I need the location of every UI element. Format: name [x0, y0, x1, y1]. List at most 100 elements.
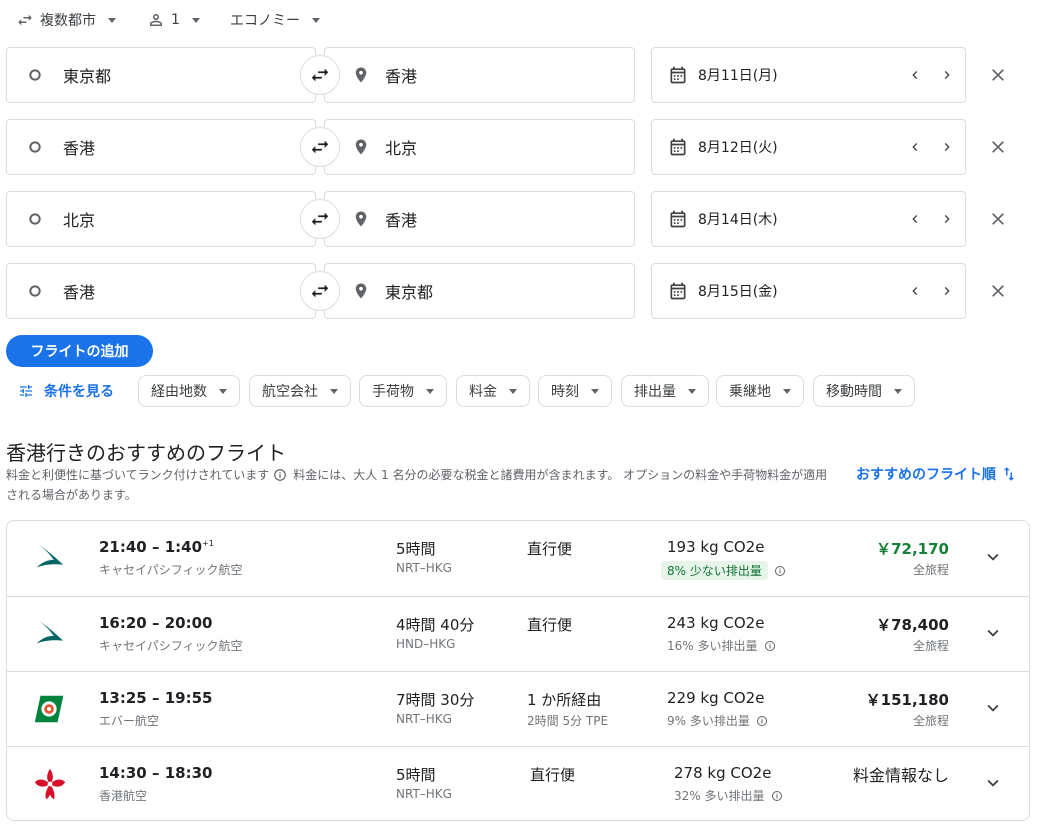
all-filters-label: 条件を見る [44, 384, 114, 400]
remove-flight-button[interactable] [986, 63, 1010, 87]
next-date-button[interactable] [937, 208, 957, 230]
swap-arrows-icon [309, 280, 331, 302]
destination-input[interactable]: 東京都 [324, 263, 635, 319]
calendar-icon [668, 65, 688, 85]
close-icon [988, 65, 1008, 85]
filter-chip-label: 時刻 [551, 384, 579, 400]
chevron-down-icon [982, 772, 1004, 794]
filter-chip[interactable]: 移動時間 [813, 375, 915, 407]
destination-value: 東京都 [385, 283, 434, 302]
filter-chip[interactable]: 航空会社 [249, 375, 351, 407]
flight-duration: 7時間 30分 [396, 691, 475, 709]
expand-button[interactable] [981, 771, 1005, 795]
flight-route: HND–HKG [396, 637, 456, 651]
filter-chip[interactable]: 排出量 [621, 375, 709, 407]
info-icon[interactable] [774, 565, 786, 577]
cabin-class-select[interactable]: エコノミー [230, 8, 320, 32]
passengers-count: 1 [171, 12, 180, 28]
previous-date-button[interactable] [905, 280, 925, 302]
expand-button[interactable] [981, 545, 1005, 569]
results-subtitle: 料金と利便性に基づいてランク付けされています 料金には、大人 1 名分の必要な税金… [6, 465, 836, 505]
departure-date-value: 8月15日(金) [698, 284, 778, 300]
swap-button[interactable] [300, 199, 340, 239]
flight-times: 13:25 – 19:55 [99, 689, 212, 707]
swap-button[interactable] [300, 271, 340, 311]
chevron-down-icon [191, 17, 200, 23]
origin-input[interactable]: 東京都 [6, 47, 316, 103]
location-pin-icon [351, 280, 371, 302]
calendar-icon [668, 137, 688, 157]
departure-date-input[interactable]: 8月12日(火) [651, 119, 966, 175]
departure-date-value: 8月14日(木) [698, 212, 778, 228]
cathay-logo [31, 539, 69, 577]
filter-chip-label: 排出量 [634, 384, 676, 400]
info-icon[interactable] [764, 640, 776, 652]
hk-airlines-logo [31, 765, 69, 803]
emissions-comparison: 32% 多い排出量 [674, 787, 783, 804]
filter-chip-label: 移動時間 [826, 384, 882, 400]
flight-row[interactable]: 21:40 – 1:40+1 キャセイパシフィック航空 5時間 NRT–HKG … [7, 521, 1029, 596]
filter-chip[interactable]: 経由地数 [138, 375, 240, 407]
remove-flight-button[interactable] [986, 135, 1010, 159]
remove-flight-button[interactable] [986, 207, 1010, 231]
filter-chip[interactable]: 手荷物 [359, 375, 447, 407]
info-icon[interactable] [771, 790, 783, 802]
destination-input[interactable]: 香港 [324, 47, 635, 103]
next-date-button[interactable] [937, 280, 957, 302]
all-filters-button[interactable]: 条件を見る [18, 381, 114, 401]
chevron-down-icon [509, 388, 517, 394]
origin-value: 北京 [63, 211, 96, 230]
filter-chip-label: 手荷物 [372, 384, 414, 400]
swap-button[interactable] [300, 127, 340, 167]
origin-input[interactable]: 香港 [6, 263, 316, 319]
previous-date-button[interactable] [905, 208, 925, 230]
remove-flight-button[interactable] [986, 279, 1010, 303]
next-date-button[interactable] [937, 64, 957, 86]
chevron-down-icon [982, 697, 1004, 719]
chevron-right-icon [939, 67, 955, 83]
airline-name: キャセイパシフィック航空 [99, 563, 243, 577]
destination-input[interactable]: 香港 [324, 191, 635, 247]
flight-times: 21:40 – 1:40+1 [99, 538, 214, 556]
trip-type-select[interactable]: 複数都市 [16, 8, 116, 32]
previous-date-button[interactable] [905, 136, 925, 158]
expand-button[interactable] [981, 696, 1005, 720]
departure-date-input[interactable]: 8月14日(木) [651, 191, 966, 247]
chevron-left-icon [907, 67, 923, 83]
next-date-button[interactable] [937, 136, 957, 158]
chevron-left-icon [907, 211, 923, 227]
passengers-select[interactable]: 1 [147, 8, 200, 32]
destination-value: 北京 [385, 139, 418, 158]
flight-time-range: 16:20 – 20:00 [99, 614, 213, 632]
close-icon [988, 281, 1008, 301]
filter-chip-label: 乗継地 [729, 384, 771, 400]
departure-date-input[interactable]: 8月11日(月) [651, 47, 966, 103]
flight-row[interactable]: 13:25 – 19:55 エバー航空 7時間 30分 NRT–HKG 1 か所… [7, 671, 1029, 746]
flight-times: 16:20 – 20:00 [99, 614, 212, 632]
sort-button[interactable]: おすすめのフライト順 [856, 464, 1018, 484]
trip-type-label: 複数都市 [40, 13, 96, 29]
filter-chip[interactable]: 時刻 [538, 375, 612, 407]
info-icon[interactable] [273, 468, 287, 482]
origin-circle-icon [25, 211, 45, 227]
previous-date-button[interactable] [905, 64, 925, 86]
filter-chip[interactable]: 乗継地 [716, 375, 804, 407]
destination-input[interactable]: 北京 [324, 119, 635, 175]
stops-count: 直行便 [527, 616, 573, 634]
ranking-note: 料金と利便性に基づいてランク付けされています [6, 468, 270, 482]
filter-chip[interactable]: 料金 [456, 375, 530, 407]
swap-arrows-icon [309, 208, 331, 230]
airline-name: キャセイパシフィック航空 [99, 639, 243, 653]
flight-row[interactable]: 14:30 – 18:30 香港航空 5時間 NRT–HKG 直行便 278 k… [7, 746, 1029, 820]
chevron-right-icon [939, 211, 955, 227]
price-type: 全旅程 [912, 639, 949, 653]
stops-count: 直行便 [530, 766, 576, 784]
departure-date-input[interactable]: 8月15日(金) [651, 263, 966, 319]
origin-input[interactable]: 北京 [6, 191, 316, 247]
info-icon[interactable] [756, 715, 768, 727]
add-flight-button[interactable]: フライトの追加 [6, 335, 153, 367]
expand-button[interactable] [981, 621, 1005, 645]
flight-row[interactable]: 16:20 – 20:00 キャセイパシフィック航空 4時間 40分 HND–H… [7, 596, 1029, 671]
swap-button[interactable] [300, 55, 340, 95]
origin-input[interactable]: 香港 [6, 119, 316, 175]
